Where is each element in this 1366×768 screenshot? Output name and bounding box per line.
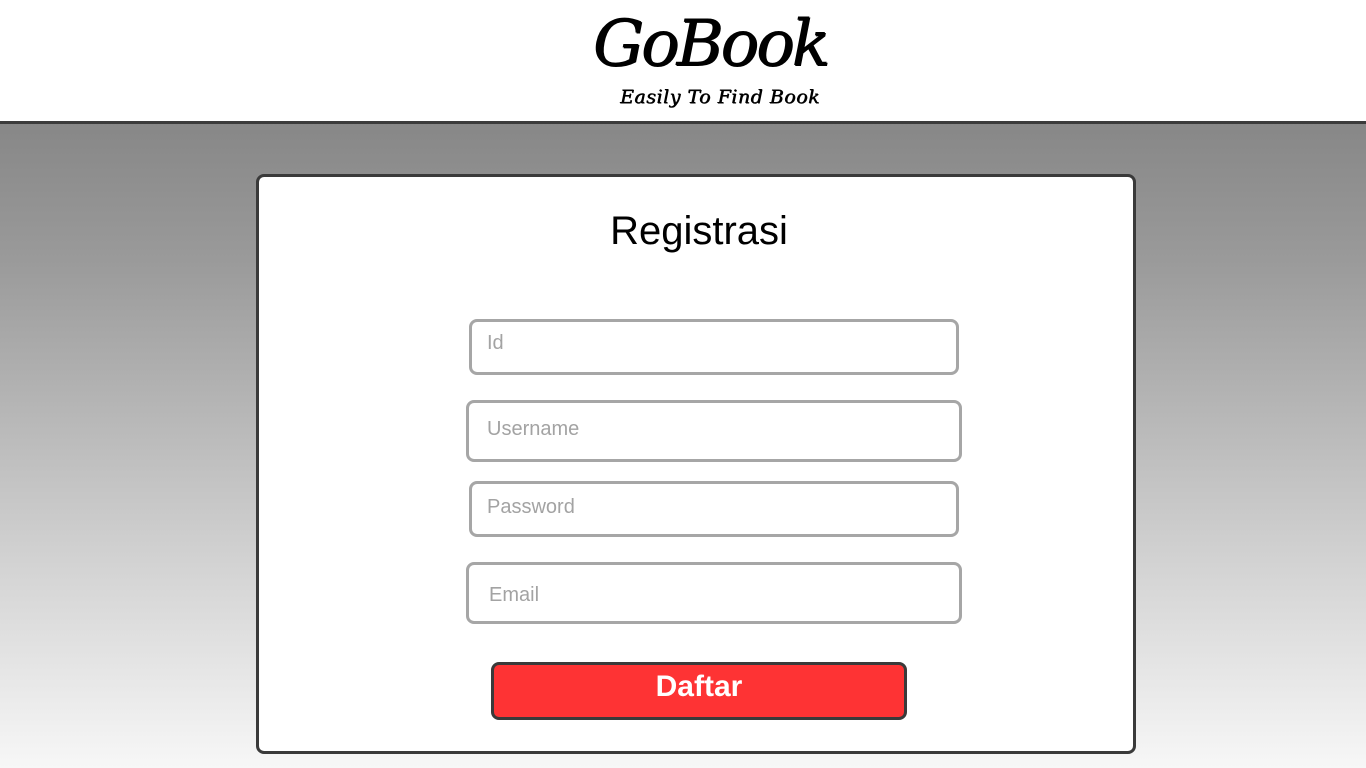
site-header: GoBook Easily To Find Book	[0, 0, 1366, 124]
daftar-button[interactable]: Daftar	[491, 662, 907, 720]
id-field[interactable]	[469, 319, 959, 375]
username-field[interactable]	[466, 400, 962, 462]
logo-tagline: Easily To Find Book	[619, 86, 821, 108]
page-title: Registrasi	[610, 209, 788, 253]
registration-card: Registrasi Daftar	[256, 174, 1136, 754]
password-field[interactable]	[469, 481, 959, 537]
gobook-logo[interactable]: GoBook Easily To Find Book	[560, 0, 860, 121]
logo-title: GoBook	[592, 7, 831, 81]
email-field[interactable]	[466, 562, 962, 624]
